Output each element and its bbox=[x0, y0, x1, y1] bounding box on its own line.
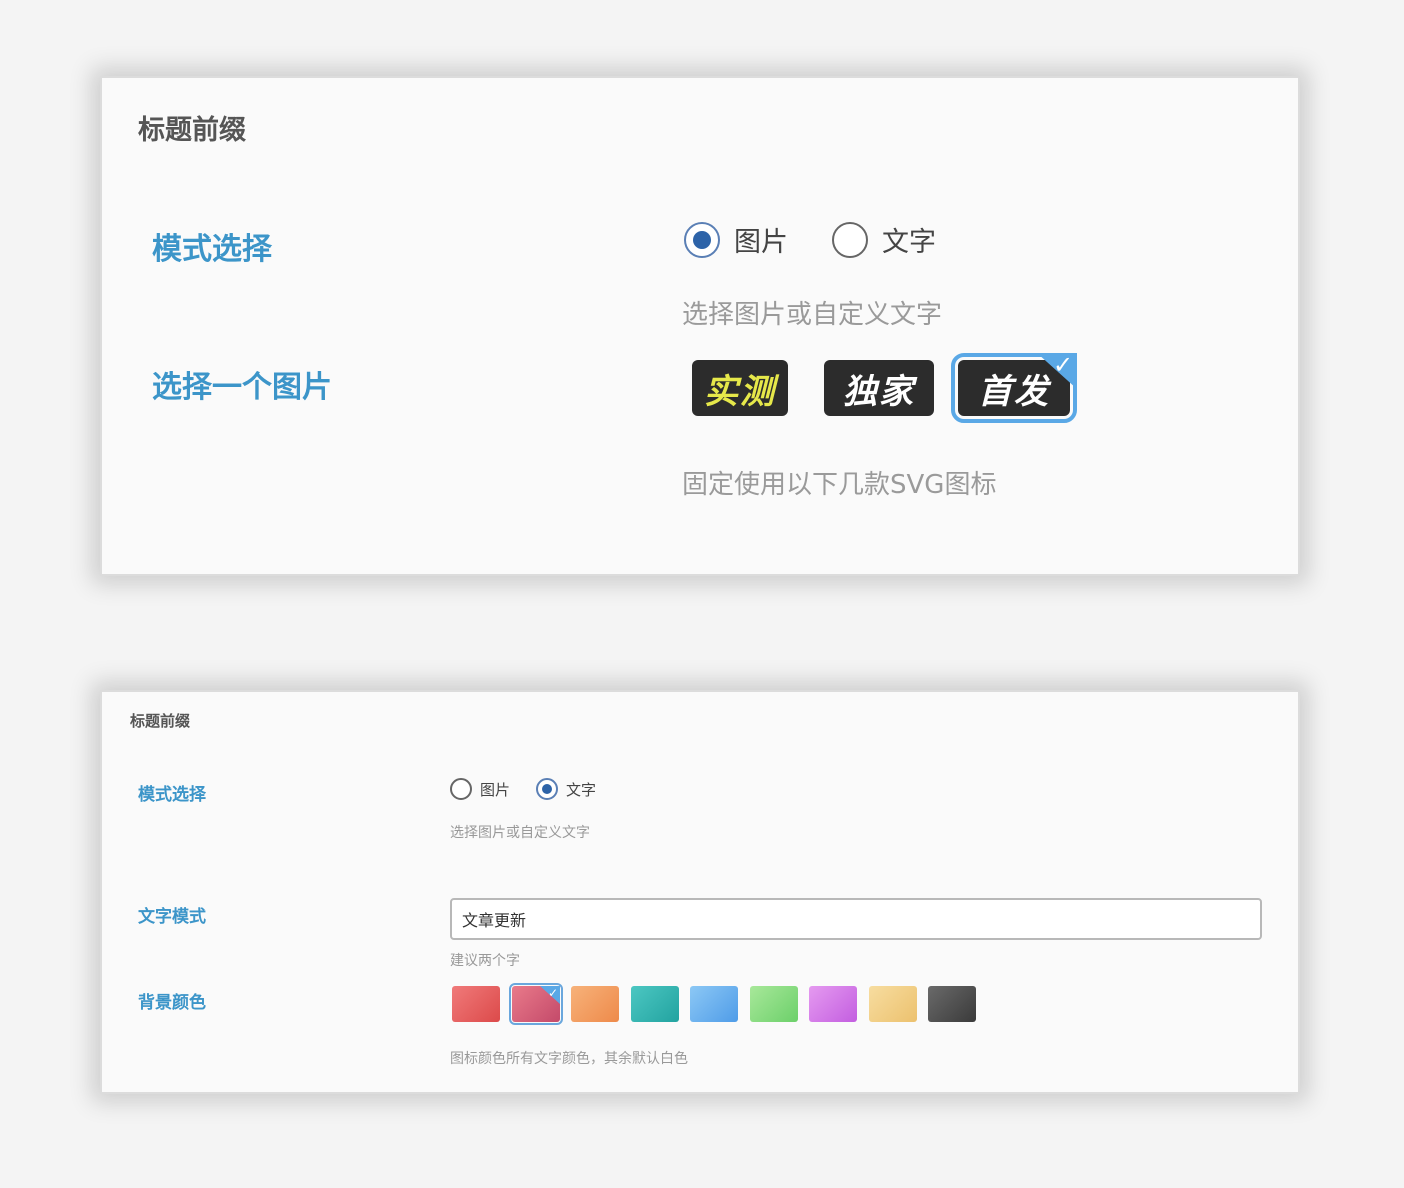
panel-title: 标题前缀 bbox=[130, 712, 191, 730]
color-swatch[interactable] bbox=[928, 986, 976, 1022]
radio-unchecked-icon[interactable] bbox=[832, 221, 868, 258]
mode-hint: 选择图片或自定义文字 bbox=[682, 300, 943, 330]
prefix-panel-image-mode: 标题前缀 模式选择 图片 文字 选择图片或自定义文字 选择一个图片 实测 独家 … bbox=[100, 76, 1300, 576]
radio-option-image[interactable]: 图片 bbox=[684, 220, 788, 259]
radio-option-image[interactable]: 图片 bbox=[450, 778, 510, 800]
color-swatch[interactable] bbox=[690, 986, 738, 1022]
radio-label-image: 图片 bbox=[480, 780, 511, 799]
badge-text: 首发 bbox=[978, 371, 1050, 412]
prefix-text-input[interactable] bbox=[450, 898, 1262, 940]
image-badge-dujia[interactable]: 独家 bbox=[824, 360, 934, 416]
color-swatch[interactable]: ✓ bbox=[509, 983, 563, 1025]
radio-label-image: 图片 bbox=[734, 227, 788, 258]
radio-checked-icon[interactable] bbox=[684, 221, 720, 258]
color-swatch[interactable] bbox=[452, 986, 500, 1022]
image-select-label: 选择一个图片 bbox=[152, 370, 332, 405]
color-swatch[interactable] bbox=[809, 986, 857, 1022]
radio-option-text[interactable]: 文字 bbox=[536, 778, 596, 800]
mode-hint: 选择图片或自定义文字 bbox=[450, 825, 590, 841]
radio-label-text: 文字 bbox=[882, 227, 936, 258]
text-mode-label: 文字模式 bbox=[138, 907, 206, 927]
radio-label-text: 文字 bbox=[566, 780, 597, 799]
mode-select-label: 模式选择 bbox=[138, 785, 206, 805]
panel-title: 标题前缀 bbox=[138, 115, 246, 146]
image-badge-shoufa[interactable]: 首发 ✓ bbox=[951, 353, 1077, 423]
text-hint: 建议两个字 bbox=[450, 953, 520, 969]
badge-text: 独家 bbox=[843, 371, 915, 412]
radio-option-text[interactable]: 文字 bbox=[832, 220, 936, 259]
color-swatch[interactable] bbox=[571, 986, 619, 1022]
image-badge-shice[interactable]: 实测 bbox=[692, 360, 788, 416]
mode-select-label: 模式选择 bbox=[152, 232, 272, 267]
color-swatch[interactable] bbox=[869, 986, 917, 1022]
image-hint: 固定使用以下几款SVG图标 bbox=[682, 470, 997, 500]
bg-color-label: 背景颜色 bbox=[138, 993, 206, 1013]
color-swatch[interactable] bbox=[750, 986, 798, 1022]
radio-checked-icon[interactable] bbox=[536, 778, 558, 800]
radio-unchecked-icon[interactable] bbox=[450, 778, 472, 800]
color-swatch[interactable] bbox=[631, 986, 679, 1022]
prefix-panel-text-mode: 标题前缀 模式选择 图片 文字 选择图片或自定义文字 文字模式 建议两个字 背景… bbox=[100, 690, 1300, 1094]
color-hint: 图标颜色所有文字颜色，其余默认白色 bbox=[450, 1051, 688, 1067]
badge-text: 实测 bbox=[704, 371, 776, 412]
selected-check-icon: ✓ bbox=[540, 986, 560, 1004]
